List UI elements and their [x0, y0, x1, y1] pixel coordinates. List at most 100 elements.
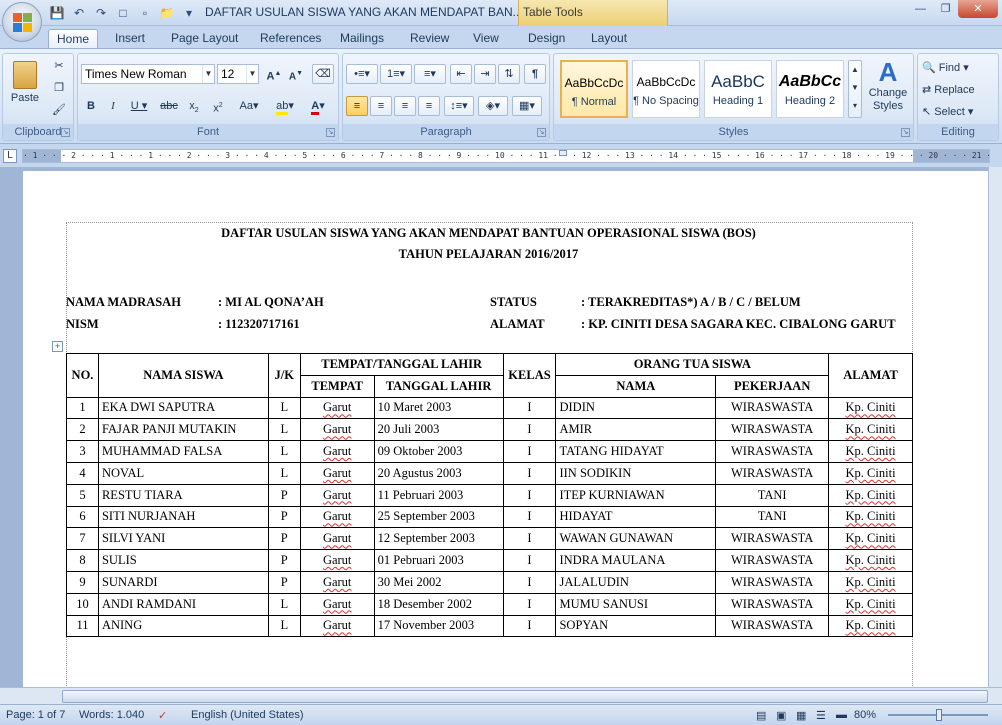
cell-tempat[interactable]: Garut — [299, 614, 375, 638]
format-painter-icon[interactable]: 🖌 — [49, 100, 69, 120]
cell-alamat[interactable]: Kp. Ciniti — [828, 592, 913, 616]
cell-ortu[interactable]: DIDIN — [555, 396, 717, 420]
cell-tanggal[interactable]: 12 September 2003 — [373, 527, 504, 551]
full-screen-view-icon[interactable]: ▣ — [776, 709, 786, 722]
table-move-handle-icon[interactable]: + — [52, 341, 63, 352]
change-case-icon[interactable]: Aa▾ — [233, 96, 265, 116]
paste-button[interactable]: Paste — [5, 56, 45, 114]
cell-kelas[interactable]: I — [502, 570, 557, 594]
proofing-icon[interactable]: ✓ — [158, 709, 167, 722]
cell-nama[interactable]: RESTU TIARA — [97, 483, 269, 507]
cell-kelas[interactable]: I — [502, 505, 557, 529]
cell-alamat[interactable]: Kp. Ciniti — [828, 440, 913, 463]
cell-jk[interactable]: L — [267, 396, 301, 420]
word-count[interactable]: Words: 1.040 — [79, 709, 144, 721]
table-row[interactable]: 1 EKA DWI SAPUTRA L Garut 10 Maret 2003 … — [66, 396, 913, 420]
horizontal-scrollbar-thumb[interactable] — [62, 690, 988, 703]
cut-icon[interactable]: ✂ — [49, 56, 69, 76]
copy-icon[interactable]: ❐ — [49, 78, 69, 98]
tab-page-layout[interactable]: Page Layout — [163, 29, 246, 49]
cell-pekerjaan[interactable]: WIRASWASTA — [715, 592, 830, 616]
cell-tanggal[interactable]: 01 Pebruari 2003 — [373, 549, 504, 572]
align-left-icon[interactable]: ≡ — [346, 96, 368, 116]
indent-marker-icon[interactable] — [559, 150, 567, 156]
cell-pekerjaan[interactable]: WIRASWASTA — [715, 570, 830, 594]
decrease-indent-icon[interactable]: ⇤ — [450, 64, 472, 84]
cell-pekerjaan[interactable]: TANI — [715, 505, 830, 529]
cell-nama[interactable]: SUNARDI — [97, 570, 269, 594]
select-button[interactable]: ↖ Select ▾ — [921, 102, 993, 122]
cell-tanggal[interactable]: 18 Desember 2002 — [373, 592, 504, 616]
style-no-spacing[interactable]: AaBbCcDc ¶ No Spacing — [632, 60, 700, 118]
cell-tanggal[interactable]: 11 Pebruari 2003 — [373, 483, 504, 507]
cell-tempat[interactable]: Garut — [299, 527, 375, 551]
ruler-strip[interactable]: · 1 · · · 2 · · · 1 · · · 1 · · · 2 · · … — [22, 149, 990, 163]
cell-no[interactable]: 5 — [66, 483, 99, 507]
table-row[interactable]: 9 SUNARDI P Garut 30 Mei 2002 I JALALUDI… — [66, 570, 913, 594]
cell-ortu[interactable]: HIDAYAT — [555, 505, 717, 529]
cell-no[interactable]: 11 — [66, 614, 99, 638]
table-row[interactable]: 3 MUHAMMAD FALSA L Garut 09 Oktober 2003… — [66, 440, 913, 463]
cell-pekerjaan[interactable]: WIRASWASTA — [715, 614, 830, 638]
cell-kelas[interactable]: I — [502, 440, 557, 463]
undo-icon[interactable]: ↶ — [70, 4, 88, 22]
cell-tanggal[interactable]: 20 Juli 2003 — [373, 418, 504, 442]
cell-tempat[interactable]: Garut — [299, 592, 375, 616]
cell-kelas[interactable]: I — [502, 592, 557, 616]
table-row[interactable]: 2 FAJAR PANJI MUTAKIN L Garut 20 Juli 20… — [66, 418, 913, 442]
find-button[interactable]: 🔍 Find ▾ — [921, 58, 993, 78]
cell-pekerjaan[interactable]: TANI — [715, 483, 830, 507]
change-styles-button[interactable]: A Change Styles — [866, 56, 910, 120]
cell-alamat[interactable]: Kp. Ciniti — [828, 461, 913, 485]
print-preview-icon[interactable]: □ — [114, 4, 132, 22]
cell-tanggal[interactable]: 09 Oktober 2003 — [373, 440, 504, 463]
cell-tempat[interactable]: Garut — [299, 570, 375, 594]
cell-jk[interactable]: P — [267, 505, 301, 529]
tab-design[interactable]: Design — [520, 29, 573, 49]
bullets-icon[interactable]: •≡▾ — [346, 64, 378, 84]
cell-nama[interactable]: ANDI RAMDANI — [97, 592, 269, 616]
cell-kelas[interactable]: I — [502, 461, 557, 485]
cell-ortu[interactable]: WAWAN GUNAWAN — [555, 527, 717, 551]
cell-tanggal[interactable]: 30 Mei 2002 — [373, 570, 504, 594]
cell-kelas[interactable]: I — [502, 483, 557, 507]
cell-jk[interactable]: P — [267, 527, 301, 551]
cell-jk[interactable]: L — [267, 461, 301, 485]
page-count[interactable]: Page: 1 of 7 — [6, 709, 65, 721]
tab-insert[interactable]: Insert — [107, 29, 153, 49]
bold-icon[interactable]: B — [81, 96, 101, 116]
cell-kelas[interactable]: I — [502, 418, 557, 442]
increase-indent-icon[interactable]: ⇥ — [474, 64, 496, 84]
shrink-font-icon[interactable]: A▼ — [286, 64, 306, 84]
cell-nama[interactable]: NOVAL — [97, 461, 269, 485]
borders-icon[interactable]: ▦▾ — [512, 96, 542, 116]
tab-mailings[interactable]: Mailings — [332, 29, 392, 49]
cell-kelas[interactable]: I — [502, 549, 557, 572]
outline-view-icon[interactable]: ☰ — [816, 709, 826, 722]
multilevel-list-icon[interactable]: ≡▾ — [414, 64, 446, 84]
cell-ortu[interactable]: INDRA MAULANA — [555, 549, 717, 572]
justify-icon[interactable]: ≡ — [418, 96, 440, 116]
cell-pekerjaan[interactable]: WIRASWASTA — [715, 396, 830, 420]
tab-selector-icon[interactable]: L — [3, 149, 17, 163]
cell-pekerjaan[interactable]: WIRASWASTA — [715, 549, 830, 572]
cell-nama[interactable]: FAJAR PANJI MUTAKIN — [97, 418, 269, 442]
table-row[interactable]: 8 SULIS P Garut 01 Pebruari 2003 I INDRA… — [66, 549, 913, 572]
cell-jk[interactable]: L — [267, 418, 301, 442]
vertical-scrollbar[interactable] — [988, 167, 1002, 687]
font-launcher-icon[interactable]: ↘ — [326, 128, 335, 137]
document-page[interactable]: DAFTAR USULAN SISWA YANG AKAN MENDAPAT B… — [23, 171, 988, 692]
cell-alamat[interactable]: Kp. Ciniti — [828, 396, 913, 420]
cell-nama[interactable]: ANING — [97, 614, 269, 638]
font-size-combo[interactable]: 12 ▼ — [217, 64, 259, 84]
cell-kelas[interactable]: I — [502, 396, 557, 420]
cell-tempat[interactable]: Garut — [299, 418, 375, 442]
cell-no[interactable]: 8 — [66, 549, 99, 572]
language[interactable]: English (United States) — [191, 709, 304, 721]
cell-no[interactable]: 7 — [66, 527, 99, 551]
strikethrough-icon[interactable]: abc — [157, 96, 181, 116]
cell-tempat[interactable]: Garut — [299, 549, 375, 572]
cell-tanggal[interactable]: 10 Maret 2003 — [373, 396, 504, 420]
table-row[interactable]: 5 RESTU TIARA P Garut 11 Pebruari 2003 I… — [66, 483, 913, 507]
web-layout-view-icon[interactable]: ▦ — [796, 709, 806, 722]
